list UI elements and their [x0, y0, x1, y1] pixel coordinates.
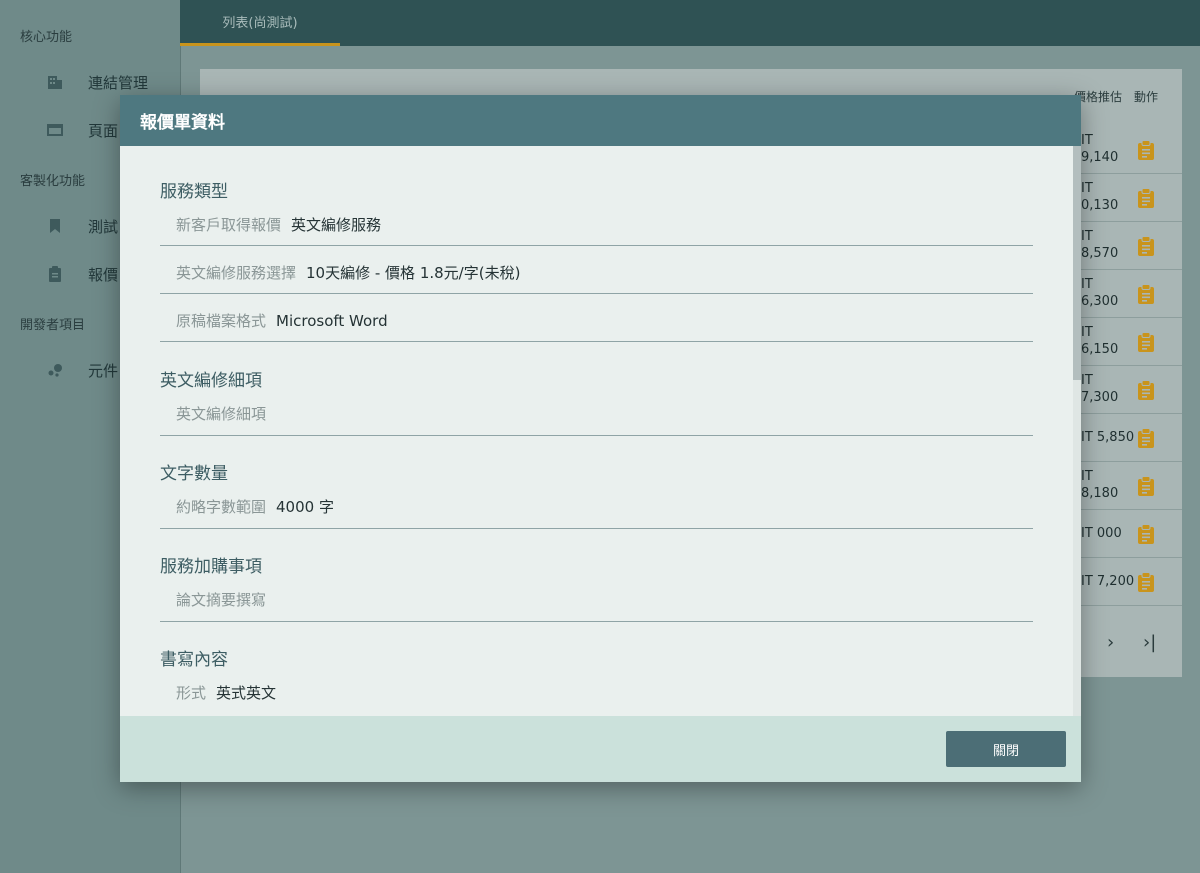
row-divider: [1078, 173, 1182, 174]
clipboard-icon[interactable]: [1137, 140, 1155, 160]
bubbles-icon: [46, 361, 64, 379]
field-style: 形式 英式英文: [176, 682, 276, 703]
field-label: 新客戶取得報價: [176, 216, 282, 234]
field-value: 英式英文: [216, 684, 277, 702]
section-title-editing-details: 英文編修細項: [160, 371, 262, 391]
field-file-format: 原稿檔案格式 Microsoft Word: [176, 310, 388, 331]
clipboard-icon[interactable]: [1137, 284, 1155, 304]
sidebar-item-label: 連結管理: [88, 73, 149, 92]
sidebar-section-dev: 開發者項目: [20, 318, 86, 333]
window-icon: [46, 121, 64, 139]
price-estimate-cell: IT 8,570: [1081, 229, 1119, 261]
divider: [160, 528, 1033, 529]
field-value: Microsoft Word: [276, 312, 388, 330]
sidebar-section-custom: 客製化功能: [20, 174, 86, 189]
close-button[interactable]: 關閉: [946, 731, 1066, 767]
section-title-writing-content: 書寫內容: [160, 650, 228, 670]
divider: [160, 341, 1033, 342]
sidebar-item-label: 測試: [88, 217, 119, 236]
section-title-service-type: 服務類型: [160, 182, 228, 202]
price-estimate-cell: IT 7,200: [1081, 574, 1135, 589]
price-estimate-cell: IT 6,150: [1081, 325, 1119, 357]
modal-footer: 關閉: [120, 716, 1081, 782]
row-divider: [1078, 605, 1182, 606]
field-editing-details: 英文編修細項: [176, 403, 276, 424]
price-estimate-cell: IT 0,130: [1081, 181, 1119, 213]
modal-title: 報價單資料: [120, 95, 1081, 146]
clipboard-icon[interactable]: [1137, 380, 1155, 400]
divider: [160, 435, 1033, 436]
price-estimate-cell: IT 9,140: [1081, 133, 1119, 165]
row-divider: [1078, 461, 1182, 462]
row-divider: [1078, 509, 1182, 510]
row-divider: [1078, 557, 1182, 558]
price-estimate-cell: IT 7,300: [1081, 373, 1119, 405]
top-bar: 列表(尚測試): [180, 0, 1200, 46]
building-icon: [46, 73, 64, 91]
clipboard-icon[interactable]: [1137, 428, 1155, 448]
clipboard-icon[interactable]: [1137, 236, 1155, 256]
clipboard-icon: [46, 265, 64, 283]
section-title-word-count: 文字數量: [160, 464, 228, 484]
field-label: 原稿檔案格式: [176, 312, 267, 330]
bookmark-icon: [46, 217, 64, 235]
sidebar-section-core: 核心功能: [20, 30, 73, 45]
field-editing-option: 英文編修服務選擇 10天編修 - 價格 1.8元/字(未稅): [176, 262, 520, 283]
field-label: 論文摘要撰寫: [176, 591, 267, 609]
column-header-price: 價格推估: [1074, 90, 1123, 104]
price-estimate-cell: IT 8,180: [1081, 469, 1119, 501]
clipboard-icon[interactable]: [1137, 572, 1155, 592]
field-word-count-range: 約略字數範圍 4000 字: [176, 496, 334, 517]
divider: [160, 621, 1033, 622]
field-value: 4000 字: [276, 498, 334, 516]
row-divider: [1078, 317, 1182, 318]
last-page-button[interactable]: ›|: [1143, 632, 1156, 653]
sidebar-item-label: 元件: [88, 361, 119, 380]
field-new-client-quote: 新客戶取得報價 英文編修服務: [176, 214, 381, 235]
scrollbar-thumb[interactable]: [1073, 146, 1081, 380]
sidebar-item-links[interactable]: 連結管理: [46, 70, 148, 94]
section-title-addons: 服務加購事項: [160, 557, 262, 577]
sidebar-item-label: 頁面: [88, 121, 119, 140]
tab-list-test[interactable]: 列表(尚測試): [180, 0, 340, 46]
field-label: 英文編修細項: [176, 405, 267, 423]
field-label: 英文編修服務選擇: [176, 264, 297, 282]
field-value: 英文編修服務: [291, 216, 382, 234]
modal-body: 服務類型 新客戶取得報價 英文編修服務 英文編修服務選擇 10天編修 - 價格 1.…: [120, 146, 1081, 716]
row-divider: [1078, 365, 1182, 366]
sidebar-item-pages[interactable]: 頁面: [46, 118, 118, 142]
clipboard-icon[interactable]: [1137, 188, 1155, 208]
field-value: 10天編修 - 價格 1.8元/字(未稅): [306, 264, 521, 282]
sidebar-item-label: 報價: [88, 265, 119, 284]
price-estimate-cell: IT 5,850: [1081, 430, 1135, 445]
clipboard-icon[interactable]: [1137, 524, 1155, 544]
field-label: 形式: [176, 684, 207, 702]
divider: [160, 245, 1033, 246]
column-header-action: 動作: [1134, 90, 1159, 104]
sidebar-item-components[interactable]: 元件: [46, 358, 118, 382]
row-divider: [1078, 269, 1182, 270]
divider: [160, 293, 1033, 294]
price-estimate-cell: IT 6,300: [1081, 277, 1119, 309]
row-divider: [1078, 413, 1182, 414]
field-abstract-writing: 論文摘要撰寫: [176, 589, 276, 610]
row-divider: [1078, 221, 1182, 222]
clipboard-icon[interactable]: [1137, 476, 1155, 496]
price-estimate-cell: IT 000: [1081, 526, 1122, 541]
sidebar-item-quote[interactable]: 報價: [46, 262, 118, 286]
clipboard-icon[interactable]: [1137, 332, 1155, 352]
sidebar-item-test[interactable]: 測試: [46, 214, 118, 238]
next-page-button[interactable]: ›: [1107, 632, 1114, 653]
field-label: 約略字數範圍: [176, 498, 267, 516]
quote-detail-modal: 報價單資料 服務類型 新客戶取得報價 英文編修服務 英文編修服務選擇 10天編修 -…: [120, 95, 1081, 782]
